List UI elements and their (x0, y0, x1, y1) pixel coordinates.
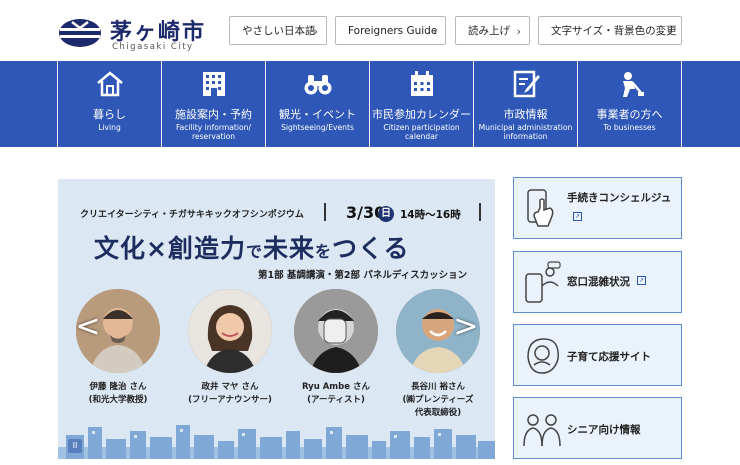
external-link-icon: ↗ (573, 212, 582, 221)
easy-japanese-button[interactable]: やさしい日本語 › (229, 16, 327, 45)
nav-item-businesses[interactable]: 事業者の方へ To businesses (577, 61, 681, 147)
speaker-caption: 伊藤 隆治 さん (和光大学教授) (63, 381, 173, 407)
nav-label-en: Facility information/ reservation (175, 123, 252, 141)
headline-part: で (245, 242, 263, 261)
nav-label-jp: 施設案内・予約 (175, 108, 252, 121)
speaker-name: Ryu Ambe さん (302, 382, 370, 392)
speaker-portrait (294, 289, 378, 373)
house-icon (96, 71, 123, 97)
card-title: シニア向け情報 (567, 424, 641, 436)
page: 茅ヶ崎市 Chigasaki City やさしい日本語 › Foreigners… (0, 0, 740, 465)
speaker-role: (和光大学教授) (88, 395, 148, 405)
nav-label-en: To businesses (603, 123, 656, 132)
global-nav: 暮らし Living 施設案内・予約 Facility information/… (0, 61, 740, 147)
read-aloud-label: 読み上げ (468, 25, 510, 37)
banner-program: 第1部 基調講演・第2部 パネルディスカッション (258, 270, 468, 281)
event-banner-slide[interactable]: クリエイターシティ・チガサキキックオフシンポジウム 3/30 日 14時〜16時… (58, 179, 495, 459)
chevron-right-icon: › (668, 25, 673, 38)
card-title: 子育て応援サイト (567, 351, 651, 363)
speaker-photo (294, 289, 378, 373)
card-title: 手続きコンシェルジュ (567, 192, 672, 204)
seniors-icon (523, 414, 561, 447)
headline-part: 未来 (263, 234, 316, 263)
nav-label-jp: 市民参加カレンダー (372, 108, 471, 121)
speaker-role: (アーティスト) (307, 395, 365, 405)
nav-label-en: Living (98, 123, 121, 132)
phone-chat-icon (525, 261, 561, 303)
banner-time: 14時〜16時 (400, 209, 461, 221)
headline-part: を (315, 242, 333, 261)
chevron-right-icon: › (432, 25, 437, 38)
nav-label-en: Municipal administration information (478, 123, 573, 141)
chevron-right-icon: › (313, 25, 318, 38)
worker-icon (622, 72, 644, 97)
easy-japanese-label: やさしい日本語 (242, 25, 316, 37)
document-pen-icon (513, 70, 540, 98)
banner-event-name: クリエイターシティ・チガサキキックオフシンポジウム (80, 210, 304, 220)
speaker-role: (㈱プレンティーズ (402, 395, 474, 405)
headline-part: 文化 (94, 234, 147, 263)
speaker-portrait (188, 289, 272, 373)
speaker-caption: 長谷川 裕さん (㈱プレンティーズ 代表取締役) (383, 381, 493, 420)
read-aloud-button[interactable]: 読み上げ › (455, 16, 530, 45)
foreigners-guide-button[interactable]: Foreigners Guide › (335, 16, 446, 45)
banner-headline: 文化×創造力で未来をつくる (94, 229, 410, 265)
counter-congestion-card[interactable]: 窓口混雑状況 ↗ (513, 251, 682, 313)
banner-day: 日 (378, 206, 394, 222)
procedure-concierge-card[interactable]: 手続きコンシェルジュ ↗ (513, 177, 682, 239)
childcare-support-card[interactable]: 子育て応援サイト (513, 324, 682, 386)
foreigners-guide-label: Foreigners Guide (348, 24, 438, 37)
external-link-icon: ↗ (637, 276, 646, 285)
nav-label-en: Citizen participation calendar (383, 123, 460, 141)
nav-item-municipal[interactable]: 市政情報 Municipal administration informatio… (473, 61, 577, 147)
text-size-color-label: 文字サイズ・背景色の変更 (551, 25, 677, 37)
binoculars-icon (304, 75, 331, 95)
town-skyline-illustration (58, 425, 495, 459)
speaker-name: 政井 マヤ さん (201, 382, 259, 392)
nav-label-jp: 観光・イベント (279, 108, 356, 121)
city-logo[interactable]: 茅ヶ崎市 Chigasaki City (58, 14, 208, 54)
nav-item-living[interactable]: 暮らし Living (57, 61, 161, 147)
banner-separator (324, 203, 326, 221)
headline-part: 創造力 (167, 234, 246, 263)
building-icon (202, 72, 225, 96)
nav-label-jp: 暮らし (93, 108, 126, 121)
nav-label-jp: 事業者の方へ (596, 108, 663, 121)
city-emblem-icon (59, 19, 101, 47)
nav-item-facilities[interactable]: 施設案内・予約 Facility information/ reservatio… (161, 61, 265, 147)
speaker-photo (188, 289, 272, 373)
smartphone-tap-icon (527, 189, 554, 227)
slide-next-button[interactable]: > (451, 305, 481, 349)
calendar-icon (410, 71, 433, 96)
text-size-color-button[interactable]: 文字サイズ・背景色の変更 › (538, 16, 682, 45)
slide-prev-button[interactable]: < (73, 305, 103, 349)
speaker-name: 長谷川 裕さん (411, 382, 465, 392)
senior-info-card[interactable]: シニア向け情報 (513, 397, 682, 459)
nav-label-jp: 市政情報 (503, 108, 548, 121)
speaker-caption: Ryu Ambe さん (アーティスト) (281, 381, 391, 407)
speaker-caption: 政井 マヤ さん (フリーアナウンサー) (175, 381, 285, 407)
nav-item-calendar[interactable]: 市民参加カレンダー Citizen participation calendar (369, 61, 473, 147)
headline-part: × (146, 234, 168, 263)
speaker-role: (フリーアナウンサー) (188, 395, 272, 405)
card-title: 窓口混雑状況 (567, 276, 630, 288)
baby-icon (527, 338, 559, 374)
nav-label-en: Sightseeing/Events (281, 123, 354, 132)
nav-divider (681, 61, 682, 147)
speaker-name: 伊藤 隆治 さん (89, 382, 147, 392)
nav-item-sightseeing[interactable]: 観光・イベント Sightseeing/Events (265, 61, 369, 147)
logo-subtitle: Chigasaki City (112, 42, 194, 52)
chevron-right-icon: › (516, 25, 521, 38)
slide-pause-button[interactable]: II (68, 439, 82, 453)
banner-separator (479, 203, 481, 221)
headline-part: つくる (332, 234, 410, 263)
